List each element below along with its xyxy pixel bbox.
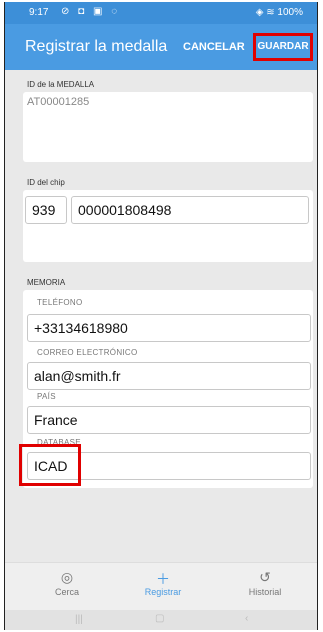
cancel-button[interactable]: CANCELAR — [183, 41, 245, 53]
chip-prefix-value: 939 — [32, 202, 56, 218]
radar-icon: ◎ — [60, 569, 74, 585]
country-label: PAÍS — [37, 392, 56, 401]
email-value: alan@smith.fr — [34, 368, 121, 384]
phone-value: +33134618980 — [34, 320, 128, 336]
page-title: Registrar la medalla — [25, 38, 168, 55]
email-field[interactable]: alan@smith.fr — [27, 362, 311, 390]
nav-near[interactable]: ◎ Cerca — [27, 569, 107, 597]
medal-section-label: ID de la MEDALLA — [27, 80, 95, 89]
chip-prefix-field[interactable]: 939 — [25, 196, 67, 224]
status-notification-icons: ⊘ ◘ ▣ ◌ — [61, 6, 121, 17]
phone-field[interactable]: +33134618980 — [27, 314, 311, 342]
chip-number-field[interactable]: 000001808498 — [71, 196, 309, 224]
country-field[interactable]: France — [27, 406, 311, 434]
recent-apps-icon[interactable]: ||| — [75, 614, 83, 625]
email-label: CORREO ELECTRÓNICO — [37, 348, 138, 357]
nav-history[interactable]: ↺ Historial — [225, 569, 305, 597]
save-button[interactable]: GUARDAR — [253, 33, 313, 61]
nav-near-label: Cerca — [54, 587, 79, 597]
nav-register-label: Registrar — [144, 587, 182, 597]
status-time: 9:17 — [29, 7, 49, 18]
plus-icon: ＋ — [156, 571, 170, 587]
status-battery: ◈ ≋ 100% — [255, 7, 303, 18]
history-icon: ↺ — [259, 569, 271, 585]
bottom-nav: ◎ Cerca ＋ Registrar ↺ Historial — [5, 562, 317, 611]
medal-id-field[interactable]: AT00001285 — [27, 96, 89, 108]
phone-label: TELÉFONO — [37, 298, 83, 307]
chip-section-label: ID del chip — [27, 178, 65, 187]
system-nav-bar: ||| ▢ ‹ — [5, 610, 317, 630]
back-icon[interactable]: ‹ — [245, 613, 248, 624]
medal-id-value: AT00001285 — [27, 96, 90, 108]
app-bar: Registrar la medalla CANCELAR GUARDAR — [5, 24, 317, 70]
home-icon[interactable]: ▢ — [155, 613, 164, 624]
country-value: France — [34, 412, 78, 428]
nav-history-label: Historial — [248, 587, 282, 597]
phone-frame: 9:17 ⊘ ◘ ▣ ◌ ◈ ≋ 100% Registrar la medal… — [4, 2, 318, 630]
status-bar: 9:17 ⊘ ◘ ▣ ◌ ◈ ≋ 100% — [5, 2, 317, 24]
memory-section-label: MEMORIA — [27, 278, 66, 287]
chip-section: 939 000001808498 — [23, 190, 313, 262]
nav-register[interactable]: ＋ Registrar — [123, 569, 203, 597]
medal-section: AT00001285 — [23, 92, 313, 162]
chip-number-value: 000001808498 — [78, 202, 172, 218]
database-highlight — [19, 444, 81, 486]
